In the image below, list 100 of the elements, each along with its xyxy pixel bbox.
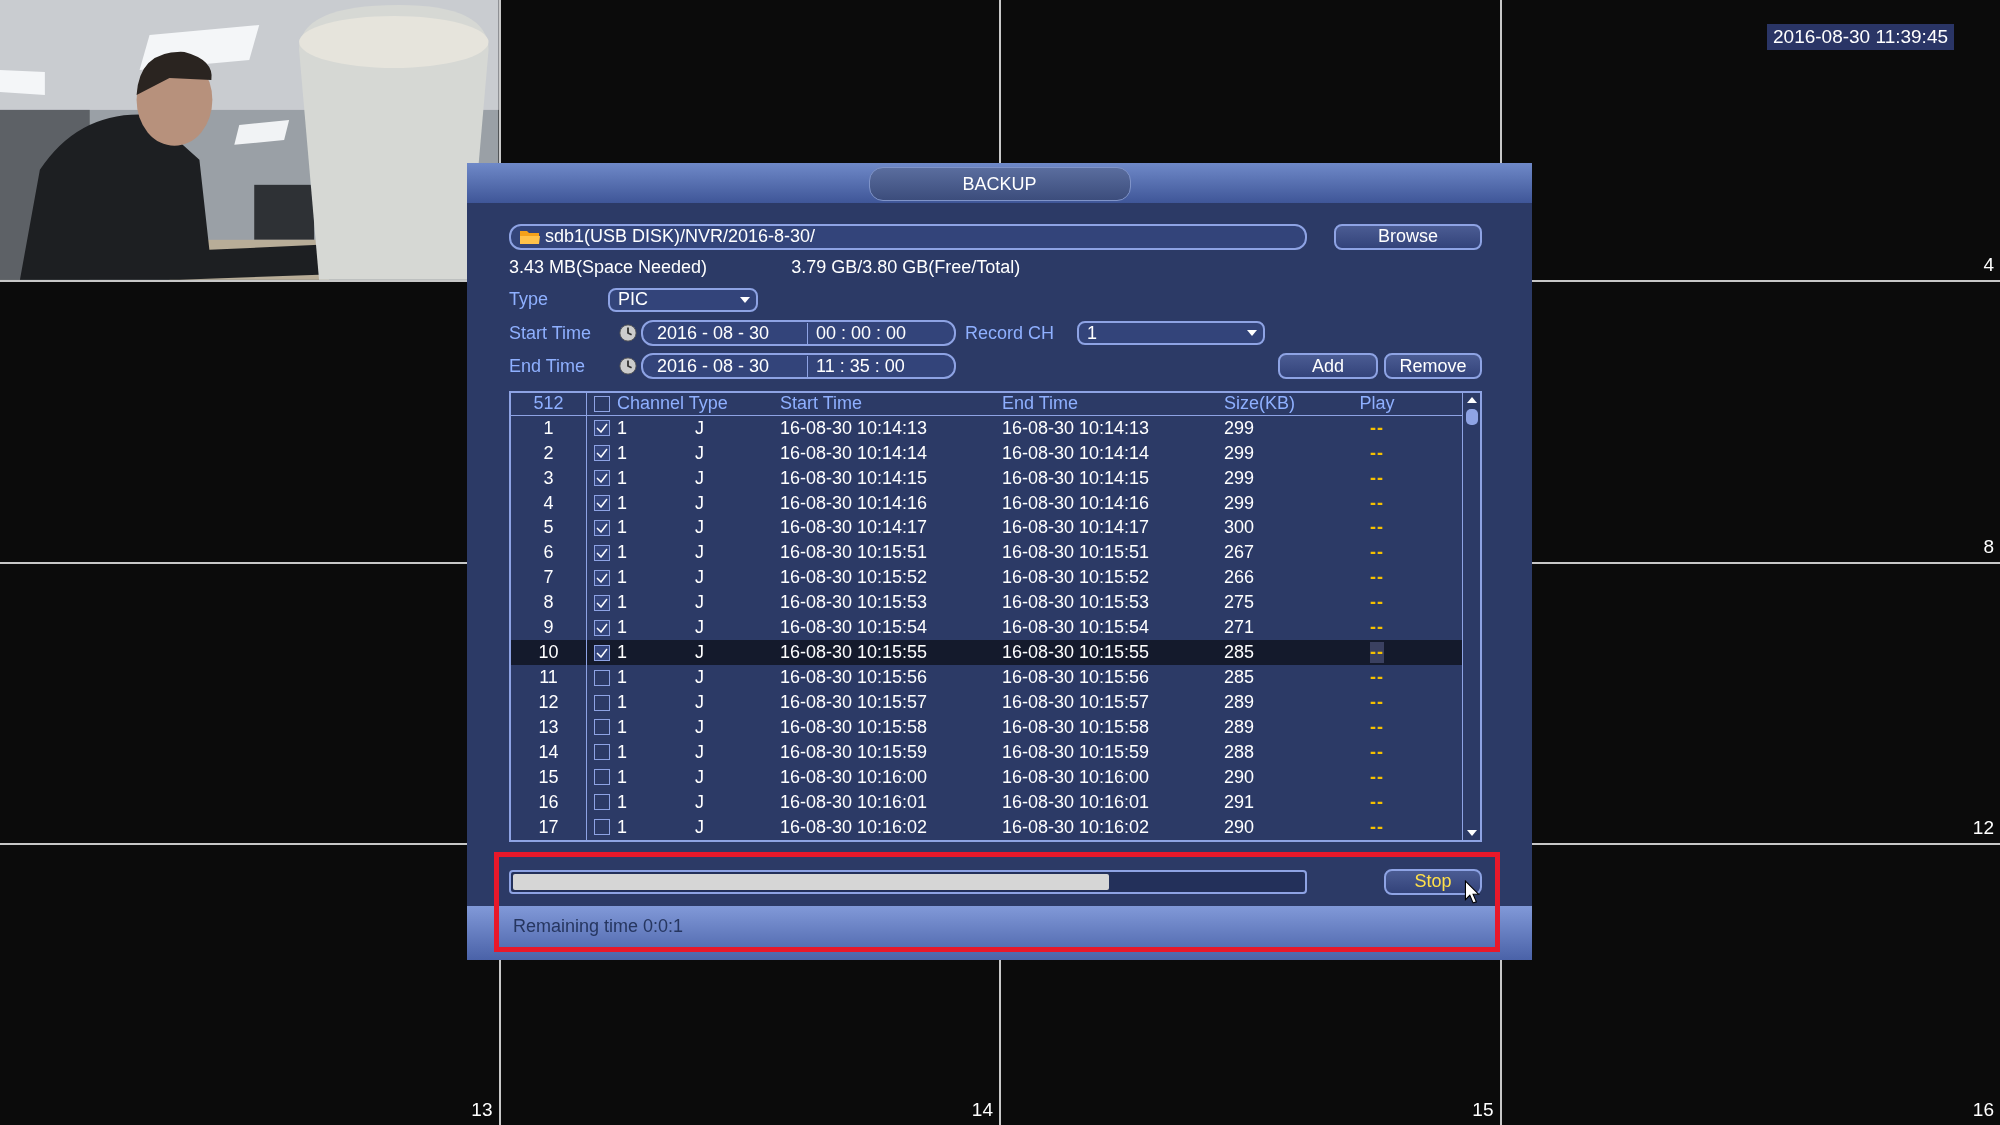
table-row[interactable]: 14 1 J 16-08-30 10:15:59 16-08-30 10:15:59 288 -- [511, 739, 1462, 765]
table-cell-text: 1 [617, 716, 628, 738]
table-cell-text: 16-08-30 10:15:54 [1001, 617, 1151, 639]
table-cell-text: 1 [617, 442, 628, 464]
table-cell-text: J [695, 617, 705, 639]
play-link[interactable]: -- [1370, 816, 1384, 838]
table-cell-text: 285 [1223, 642, 1256, 664]
checkbox[interactable] [594, 669, 610, 686]
scrollbar-thumb[interactable] [1465, 408, 1478, 425]
table-row[interactable]: 4 1 J 16-08-30 10:14:16 16-08-30 10:14:16 299 -- [511, 490, 1462, 516]
checkbox[interactable] [594, 470, 610, 487]
play-link[interactable]: -- [1370, 517, 1384, 539]
path-field[interactable]: sdb1(USB DISK)/NVR/2016-8-30/ [509, 223, 1307, 250]
play-link[interactable]: -- [1370, 716, 1384, 738]
table-row[interactable]: 12 1 J 16-08-30 10:15:57 16-08-30 10:15:57 289 -- [511, 690, 1462, 715]
play-link[interactable]: -- [1370, 642, 1384, 664]
table-row[interactable]: 16 1 J 16-08-30 10:16:01 16-08-30 10:16:01 291 -- [511, 789, 1462, 815]
remove-button[interactable]: Remove [1384, 353, 1482, 380]
browse-button[interactable]: Browse [1334, 223, 1482, 250]
table-cell-text: 1 [617, 667, 628, 689]
checkbox[interactable] [594, 619, 610, 636]
add-button[interactable]: Add [1278, 353, 1378, 380]
channel-tile[interactable]: 13 [0, 845, 499, 1125]
checkbox[interactable] [594, 644, 610, 661]
play-link[interactable]: -- [1370, 467, 1384, 489]
play-link[interactable]: -- [1370, 791, 1384, 813]
table-cell-text: 16-08-30 10:15:57 [1001, 692, 1151, 713]
checkbox[interactable] [594, 719, 610, 736]
play-link[interactable]: -- [1370, 492, 1384, 514]
table-cell-text: J [695, 442, 705, 464]
channel-number: 14 [971, 1099, 993, 1121]
channel-tile[interactable]: 16 [1501, 845, 2000, 1125]
channel-number: 8 [1983, 535, 1994, 558]
table-cell-text: 1 [617, 542, 628, 564]
table-cell: 5 [511, 515, 587, 541]
checkbox[interactable] [594, 445, 610, 462]
play-link[interactable]: -- [1370, 442, 1384, 464]
checkbox[interactable] [594, 594, 610, 611]
table-row[interactable]: 11 1 J 16-08-30 10:15:56 16-08-30 10:15:56 285 -- [511, 665, 1462, 691]
table-row[interactable]: 5 1 J 16-08-30 10:14:17 16-08-30 10:14:17 300 -- [511, 515, 1462, 541]
checkbox[interactable] [594, 544, 610, 561]
play-link[interactable]: -- [1370, 766, 1384, 788]
table-row[interactable]: 13 1 J 16-08-30 10:15:58 16-08-30 10:15:58 289 -- [511, 714, 1462, 740]
play-link[interactable]: -- [1370, 417, 1384, 439]
play-link[interactable]: -- [1370, 741, 1384, 763]
scroll-up-icon[interactable] [1466, 396, 1477, 403]
table-cell-text: 16-08-30 10:15:56 [1001, 667, 1151, 689]
table-cell-text: 1 [617, 741, 628, 763]
record-ch-dropdown[interactable]: 1 [1077, 321, 1265, 346]
table-cell-text: J [695, 766, 705, 788]
play-link[interactable]: -- [1370, 617, 1384, 639]
cursor-icon [1464, 880, 1480, 904]
table-cell-text: 1 [617, 766, 628, 788]
start-time-field[interactable]: 2016 - 08 - 30 00 : 00 : 00 [641, 320, 956, 347]
table-cell-text: 1 [617, 467, 628, 489]
checkbox[interactable] [594, 694, 610, 711]
checkbox[interactable] [594, 819, 610, 836]
table-cell-text: J [695, 716, 705, 738]
table-cell-text: 16-08-30 10:14:13 [1001, 417, 1151, 439]
type-dropdown[interactable]: PIC [608, 287, 758, 312]
table-cell-text: 16-08-30 10:16:01 [1001, 791, 1151, 813]
table-row[interactable]: 3 1 J 16-08-30 10:14:15 16-08-30 10:14:15 299 -- [511, 465, 1462, 491]
scrollbar[interactable] [1462, 392, 1480, 840]
table-row[interactable]: 2 1 J 16-08-30 10:14:14 16-08-30 10:14:14 299 -- [511, 440, 1462, 466]
table-cell-text: J [695, 592, 705, 614]
checkbox[interactable] [594, 744, 610, 761]
column-header: Channel Type [617, 393, 729, 415]
table-row[interactable]: 17 1 J 16-08-30 10:16:02 16-08-30 10:16:02 290 -- [511, 814, 1462, 840]
table-row[interactable]: 10 1 J 16-08-30 10:15:55 16-08-30 10:15:55 285 -- [511, 640, 1462, 666]
checkbox[interactable] [594, 569, 610, 586]
play-link[interactable]: -- [1370, 692, 1384, 713]
end-time-field[interactable]: 2016 - 08 - 30 11 : 35 : 00 [641, 353, 956, 380]
checkbox[interactable] [594, 794, 610, 811]
play-link[interactable]: -- [1370, 592, 1384, 614]
table-row[interactable]: 15 1 J 16-08-30 10:16:00 16-08-30 10:16:00 290 -- [511, 764, 1462, 790]
checkbox[interactable] [594, 495, 610, 511]
table-row[interactable]: 6 1 J 16-08-30 10:15:51 16-08-30 10:15:51 267 -- [511, 540, 1462, 566]
table-cell-text: 1 [617, 642, 628, 664]
table-cell-text: J [695, 642, 705, 664]
table-row[interactable]: 7 1 J 16-08-30 10:15:52 16-08-30 10:15:52 266 -- [511, 565, 1462, 591]
column-header: Size(KB) [1223, 393, 1296, 415]
table-cell-text: 1 [617, 617, 628, 639]
scroll-down-icon[interactable] [1466, 829, 1477, 836]
table-cell-text: 1 [617, 692, 628, 713]
checkbox[interactable] [594, 395, 610, 412]
space-needed: 3.43 MB(Space Needed) [509, 257, 708, 279]
checkbox[interactable] [594, 420, 610, 437]
play-link[interactable]: -- [1370, 542, 1384, 564]
table-cell: 14 [511, 739, 587, 765]
table-cell: 3 [511, 465, 587, 491]
play-link[interactable]: -- [1370, 567, 1384, 589]
table-cell-text: 16-08-30 10:16:02 [779, 816, 929, 838]
play-link[interactable]: -- [1370, 667, 1384, 689]
stop-button[interactable]: Stop [1384, 868, 1482, 895]
channel-number: 13 [471, 1099, 493, 1121]
checkbox[interactable] [594, 769, 610, 786]
table-row[interactable]: 1 1 J 16-08-30 10:14:13 16-08-30 10:14:13 299 -- [511, 415, 1462, 441]
table-row[interactable]: 8 1 J 16-08-30 10:15:53 16-08-30 10:15:53 275 -- [511, 590, 1462, 616]
table-cell-text: 290 [1223, 766, 1256, 788]
checkbox[interactable] [594, 519, 610, 536]
